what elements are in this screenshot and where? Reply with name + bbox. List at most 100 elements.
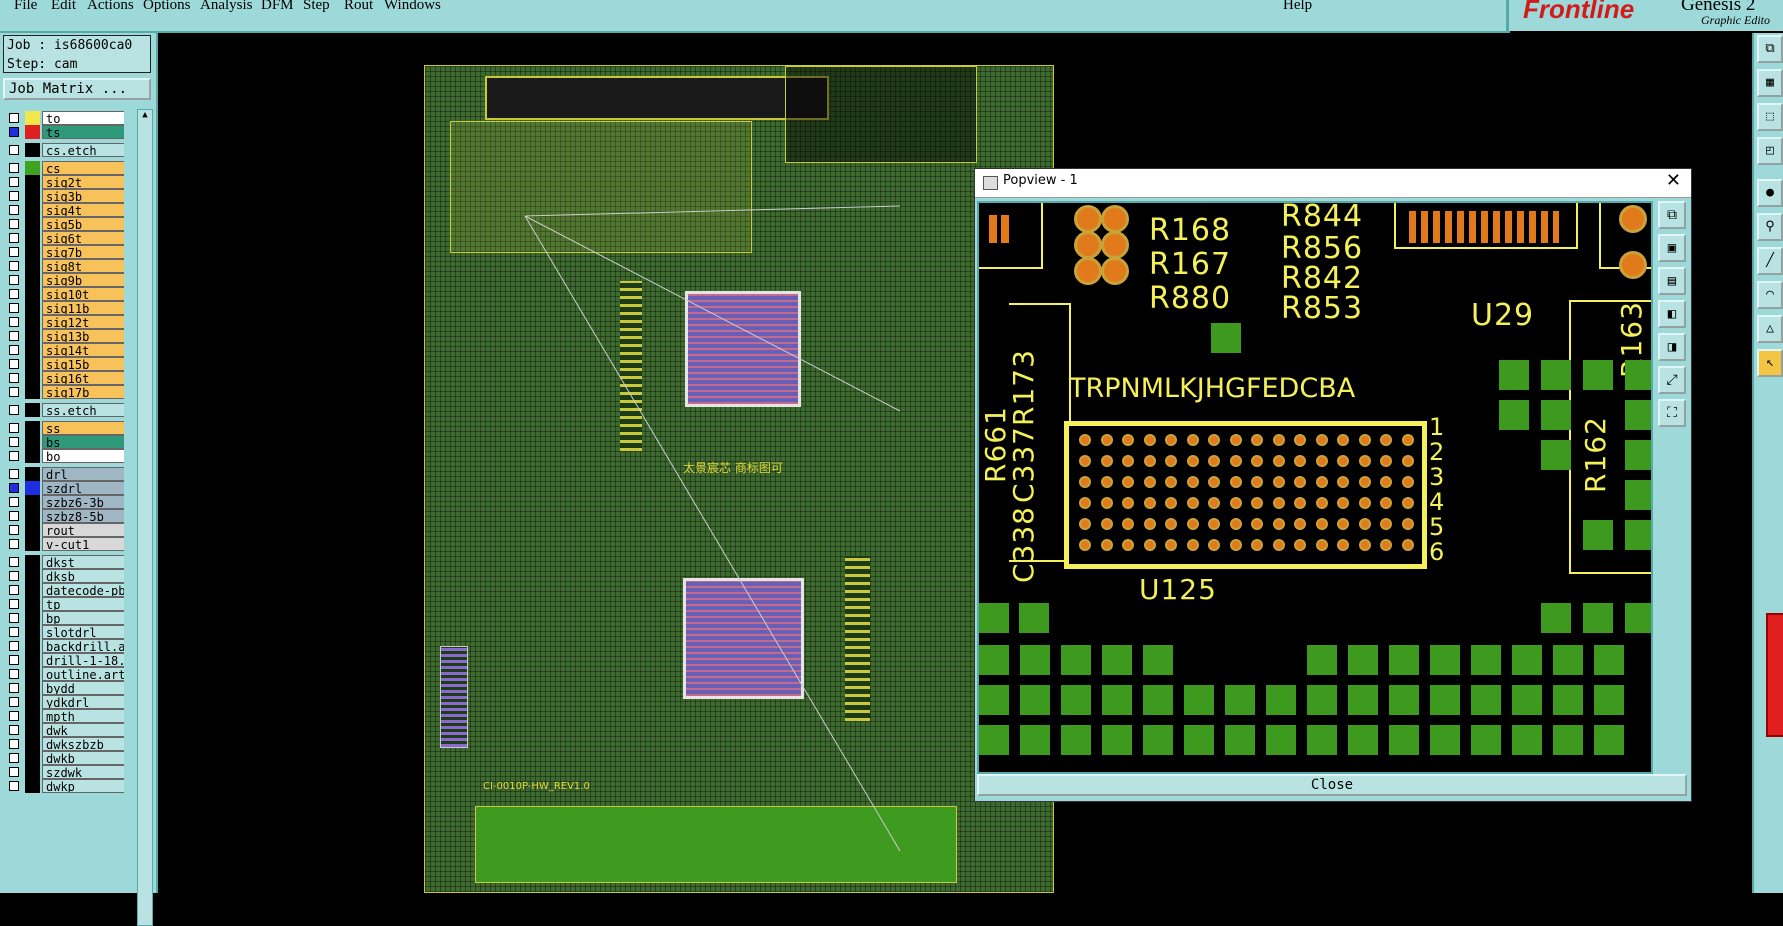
layer-name[interactable]: v-cut1 xyxy=(42,537,124,551)
layer-row-to[interactable]: to xyxy=(6,111,124,126)
layer-color-swatch[interactable] xyxy=(25,161,40,175)
menu-options[interactable]: Options xyxy=(143,0,191,14)
layer-row-ss[interactable]: ss xyxy=(6,421,124,436)
layer-name[interactable]: sig14t xyxy=(42,343,124,357)
layer-color-swatch[interactable] xyxy=(25,245,40,259)
layer-row-sig6t[interactable]: sig6t xyxy=(6,231,124,246)
layer-color-swatch[interactable] xyxy=(25,765,40,779)
layer-color-swatch[interactable] xyxy=(25,343,40,357)
layer-row-sig5b[interactable]: sig5b xyxy=(6,217,124,232)
layer-color-swatch[interactable] xyxy=(25,569,40,583)
layer-name[interactable]: bydd xyxy=(42,681,124,695)
layer-color-swatch[interactable] xyxy=(25,667,40,681)
layer-checkbox[interactable] xyxy=(9,113,19,123)
layer-row-sig9b[interactable]: sig9b xyxy=(6,273,124,288)
layer-checkbox[interactable] xyxy=(9,289,19,299)
layer-row-cs-etch[interactable]: cs.etch xyxy=(6,143,124,158)
layer-row-sig3b[interactable]: sig3b xyxy=(6,189,124,204)
layer-row-bs[interactable]: bs xyxy=(6,435,124,450)
menu-help[interactable]: Help xyxy=(1283,0,1312,14)
layer-name[interactable]: sig16t xyxy=(42,371,124,385)
tool-arc-icon[interactable]: ◠ xyxy=(1757,281,1783,309)
layer-color-swatch[interactable] xyxy=(25,231,40,245)
layer-name[interactable]: bs xyxy=(42,435,124,449)
layer-name[interactable]: ss.etch xyxy=(42,403,124,417)
tool-select-icon[interactable]: ◰ xyxy=(1757,137,1783,165)
menu-rout[interactable]: Rout xyxy=(344,0,373,14)
close-button[interactable]: Close xyxy=(977,774,1687,796)
layer-name[interactable]: szdwk xyxy=(42,765,124,779)
layer-row-outline-art[interactable]: outline.art xyxy=(6,667,124,682)
layer-row-tp[interactable]: tp xyxy=(6,597,124,612)
layer-row-sig8t[interactable]: sig8t xyxy=(6,259,124,274)
layer-row-dwkp[interactable]: dwkp xyxy=(6,779,124,794)
layer-row-ss-etch[interactable]: ss.etch xyxy=(6,403,124,418)
layer-row-dwk[interactable]: dwk xyxy=(6,723,124,738)
layer-name[interactable]: sig10t xyxy=(42,287,124,301)
layer-checkbox[interactable] xyxy=(9,303,19,313)
layer-color-swatch[interactable] xyxy=(25,203,40,217)
layer-name[interactable]: sig17b xyxy=(42,385,124,399)
layer-checkbox[interactable] xyxy=(9,599,19,609)
layer-row-szdwk[interactable]: szdwk xyxy=(6,765,124,780)
layer-color-swatch[interactable] xyxy=(25,723,40,737)
layer-row-backdrill-ar[interactable]: backdrill.ar xyxy=(6,639,124,654)
layer-name[interactable]: drill-1-18.a xyxy=(42,653,124,667)
layer-row-sig13b[interactable]: sig13b xyxy=(6,329,124,344)
tool-layers-icon[interactable]: ▦ xyxy=(1757,69,1783,97)
layer-checkbox[interactable] xyxy=(9,247,19,257)
layer-row-ts[interactable]: ts xyxy=(6,125,124,140)
layer-row-bydd[interactable]: bydd xyxy=(6,681,124,696)
close-icon[interactable]: ✕ xyxy=(1666,170,1681,191)
layer-row-drl[interactable]: drl xyxy=(6,467,124,482)
layer-checkbox[interactable] xyxy=(9,571,19,581)
layer-name[interactable]: sig15b xyxy=(42,357,124,371)
layer-row-sig15b[interactable]: sig15b xyxy=(6,357,124,372)
layer-color-swatch[interactable] xyxy=(25,125,40,139)
layer-color-swatch[interactable] xyxy=(25,523,40,537)
layer-checkbox[interactable] xyxy=(9,359,19,369)
layer-name[interactable]: outline.art xyxy=(42,667,124,681)
layer-name[interactable]: sig4t xyxy=(42,203,124,217)
layer-scrollbar[interactable]: ▲ xyxy=(137,109,153,926)
layer-checkbox[interactable] xyxy=(9,641,19,651)
layer-color-swatch[interactable] xyxy=(25,143,40,157)
layer-row-sig12t[interactable]: sig12t xyxy=(6,315,124,330)
layer-checkbox[interactable] xyxy=(9,585,19,595)
layer-checkbox[interactable] xyxy=(9,683,19,693)
layer-checkbox[interactable] xyxy=(9,739,19,749)
layer-checkbox[interactable] xyxy=(9,275,19,285)
layer-row-sig17b[interactable]: sig17b xyxy=(6,385,124,400)
layer-color-swatch[interactable] xyxy=(25,583,40,597)
layer-checkbox[interactable] xyxy=(9,177,19,187)
layer-name[interactable]: dwkb xyxy=(42,751,124,765)
menu-analysis[interactable]: Analysis xyxy=(200,0,253,14)
layer-name[interactable]: drl xyxy=(42,467,124,481)
layer-name[interactable]: szdrl xyxy=(42,481,124,495)
layer-name[interactable]: sig8t xyxy=(42,259,124,273)
layer-color-swatch[interactable] xyxy=(25,555,40,569)
layer-color-swatch[interactable] xyxy=(25,653,40,667)
layer-checkbox[interactable] xyxy=(9,557,19,567)
menu-dfm[interactable]: DFM xyxy=(261,0,294,14)
popview-tool-5-icon[interactable]: ◨ xyxy=(1658,333,1686,361)
layer-name[interactable]: dwkp xyxy=(42,779,124,793)
tool-measure-icon[interactable]: △ xyxy=(1757,315,1783,343)
layer-color-swatch[interactable] xyxy=(25,421,40,435)
layer-name[interactable]: ydkdrl xyxy=(42,695,124,709)
layer-name[interactable]: dkst xyxy=(42,555,124,569)
layer-row-dkst[interactable]: dkst xyxy=(6,555,124,570)
tool-window-icon[interactable]: ⧉ xyxy=(1757,35,1783,63)
layer-color-swatch[interactable] xyxy=(25,449,40,463)
layer-checkbox[interactable] xyxy=(9,725,19,735)
layer-color-swatch[interactable] xyxy=(25,467,40,481)
layer-row-ydkdrl[interactable]: ydkdrl xyxy=(6,695,124,710)
layer-checkbox[interactable] xyxy=(9,525,19,535)
layer-color-swatch[interactable] xyxy=(25,175,40,189)
layer-row-sig11b[interactable]: sig11b xyxy=(6,301,124,316)
layer-row-szdrl[interactable]: szdrl xyxy=(6,481,124,496)
layer-color-swatch[interactable] xyxy=(25,189,40,203)
popview-tool-3-icon[interactable]: ▤ xyxy=(1658,267,1686,295)
layer-color-swatch[interactable] xyxy=(25,273,40,287)
popview-zoom-view[interactable]: R168 R167 R880 R844 R856 R842 R853 U29 C… xyxy=(977,201,1653,774)
